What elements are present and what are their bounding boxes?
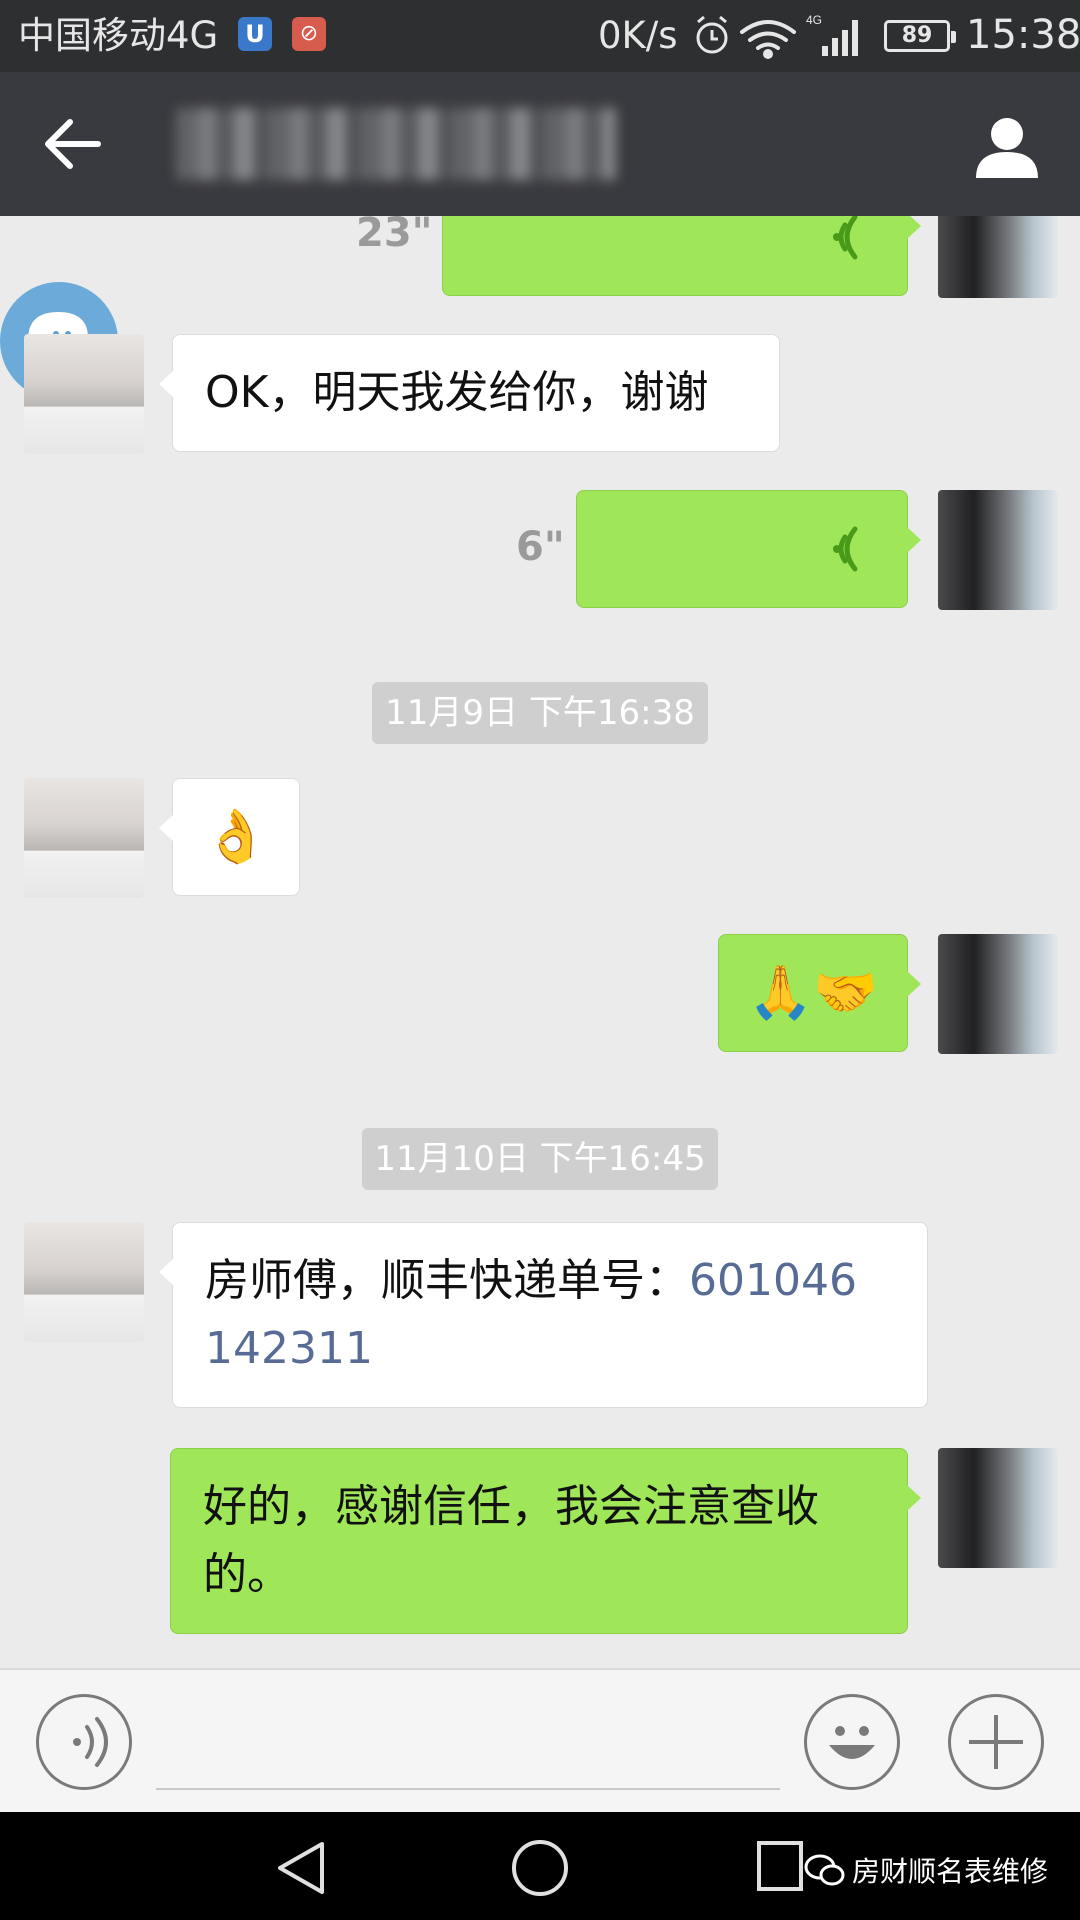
signal-icon: 4G <box>806 13 858 56</box>
voice-message[interactable] <box>576 490 921 608</box>
battery-indicator: 89 <box>884 20 956 52</box>
emoji-message[interactable]: 👌 <box>159 778 300 896</box>
text-message[interactable]: 房师傅，顺丰快递单号：601046 142311 <box>159 1222 928 1408</box>
contact-avatar[interactable] <box>24 334 144 454</box>
notification-app-icon-2: ⊘ <box>292 17 326 51</box>
notification-app-icon: U <box>238 17 272 51</box>
smiley-icon <box>829 1726 875 1759</box>
message-text: 的。 <box>203 1549 291 1600</box>
my-avatar[interactable] <box>938 1448 1058 1568</box>
handshake-emoji: 🙏🤝 <box>748 963 878 1023</box>
message-text: OK，明天我发给你，谢谢 <box>205 367 709 418</box>
message-text: 房师傅，顺丰快递单号： <box>205 1255 689 1306</box>
arrow-left-icon[interactable] <box>38 112 108 176</box>
ok-hand-emoji: 👌 <box>203 807 269 867</box>
message-input[interactable] <box>156 1788 780 1790</box>
my-avatar[interactable] <box>938 216 1058 298</box>
watermark-text: 房财顺名表维修 <box>852 1855 1049 1888</box>
more-button[interactable] <box>948 1694 1044 1790</box>
voice-wave-icon <box>833 526 858 572</box>
status-bar: 中国移动4G U ⊘ 0K/s 4G 89 15:38 <box>0 0 1080 72</box>
text-message[interactable]: 好的，感谢信任，我会注意查收 的。 <box>170 1448 921 1634</box>
timestamp: 11月10日 下午16:45 <box>362 1128 718 1190</box>
recents-square-icon[interactable] <box>756 1840 804 1892</box>
message-text: 好的，感谢信任，我会注意查收 <box>203 1481 819 1532</box>
home-circle-icon[interactable] <box>510 1838 570 1898</box>
input-bar <box>0 1668 1080 1812</box>
wechat-logo-icon <box>804 1854 845 1886</box>
system-nav-bar: 房财顺名表维修 <box>0 1812 1080 1920</box>
wifi-icon <box>740 20 796 59</box>
text-message[interactable]: OK，明天我发给你，谢谢 <box>159 334 780 452</box>
voice-input-button[interactable] <box>36 1694 132 1790</box>
alarm-icon <box>696 15 728 54</box>
my-avatar[interactable] <box>938 490 1058 610</box>
timestamp: 11月9日 下午16:38 <box>372 682 708 744</box>
chat-header <box>0 72 1080 216</box>
voice-input-icon <box>73 1717 108 1767</box>
emoji-button[interactable] <box>804 1694 900 1790</box>
voice-message[interactable] <box>442 216 921 296</box>
voice-wave-icon <box>833 216 858 260</box>
tracking-number-link[interactable]: 142311 <box>205 1323 373 1374</box>
person-icon[interactable] <box>972 112 1042 182</box>
back-triangle-icon[interactable] <box>272 1840 332 1896</box>
my-avatar[interactable] <box>938 934 1058 1054</box>
message-list[interactable]: 23" OK，明天我发给你，谢谢 6" 11月9日 下午16:38 👌 🙏🤝 1… <box>0 216 1080 1668</box>
voice-duration: 6" <box>516 524 565 570</box>
chat-title-blurred <box>176 108 616 180</box>
network-speed: 0K/s <box>598 14 678 57</box>
plus-icon <box>969 1715 1023 1769</box>
carrier-label: 中国移动4G <box>18 14 219 57</box>
status-icons: 4G <box>696 13 858 59</box>
network-type: 4G <box>806 13 822 27</box>
voice-duration: 23" <box>356 216 433 256</box>
tracking-number-link[interactable]: 601046 <box>689 1255 857 1306</box>
clock: 15:38 <box>966 12 1080 58</box>
contact-avatar[interactable] <box>24 1222 144 1342</box>
emoji-message[interactable]: 🙏🤝 <box>718 934 921 1052</box>
contact-avatar[interactable] <box>24 778 144 898</box>
